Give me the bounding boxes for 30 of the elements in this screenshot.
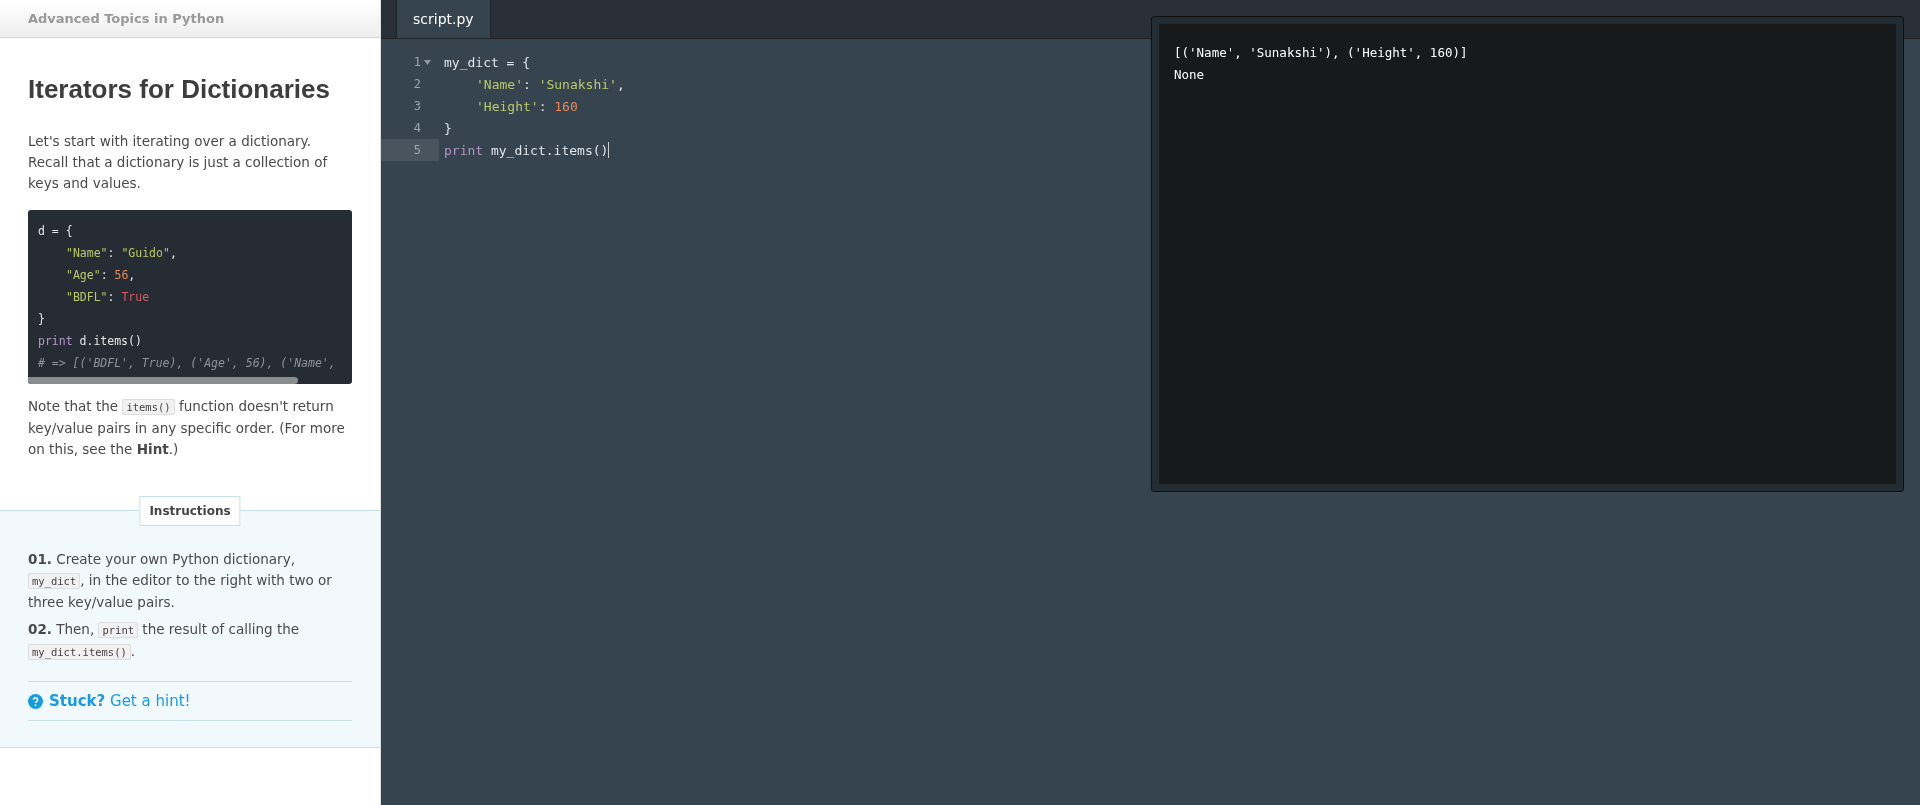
lesson-title: Iterators for Dictionaries xyxy=(28,74,331,105)
code-line: "Age": 56, xyxy=(65,267,137,284)
instruction-step: 02. Then, print the result of calling the my_dict.items() . xyxy=(28,619,352,663)
course-title: Advanced Topics in Python xyxy=(28,11,225,26)
line-number: 5 xyxy=(413,143,421,157)
line-number: 3 xyxy=(413,99,421,113)
line-number: 2 xyxy=(413,77,421,91)
note-paragraph: Note that the items() function doesn't return key/value pairs in any specific order. (For more on this, see the Hint.) xyxy=(28,397,346,459)
line-number: 4 xyxy=(413,121,421,135)
line-number: 1 xyxy=(413,55,421,69)
fold-arrow-icon[interactable] xyxy=(424,59,431,65)
code-line: 'Name': 'Sunakshi', xyxy=(475,76,625,92)
code-line: "BDFL": True xyxy=(65,289,151,306)
code-line: print d.items() xyxy=(38,333,143,350)
help-icon xyxy=(28,693,43,709)
scrollbar-thumb[interactable] xyxy=(28,377,298,384)
code-line: d = { xyxy=(38,223,74,240)
instruction-step: 01. Create your own Python dictionary, my_dict , in the editor to the right with two or three key/value pairs. xyxy=(28,549,352,613)
code-line: } xyxy=(38,311,46,328)
code-line: # => [('BDFL', True), ('Age', 56), ('Name', xyxy=(38,355,337,372)
output-line: None xyxy=(1174,66,1206,84)
code-line: print my_dict.items() xyxy=(444,142,610,158)
intro-paragraph: Let's start with iterating over a dictionary. Recall that a dictionary is just a collection of keys and values. xyxy=(28,132,329,193)
output-line: [('Name', 'Sunakshi'), ('Height', 160)] xyxy=(1174,44,1469,62)
code-line: my_dict = { xyxy=(444,54,531,70)
code-line: 'Height': 160 xyxy=(475,98,578,114)
file-tab[interactable]: script.py xyxy=(396,0,491,38)
code-line: "Name": "Guido", xyxy=(65,245,178,262)
code-line: } xyxy=(444,120,452,136)
instructions-label: Instructions xyxy=(139,496,241,526)
